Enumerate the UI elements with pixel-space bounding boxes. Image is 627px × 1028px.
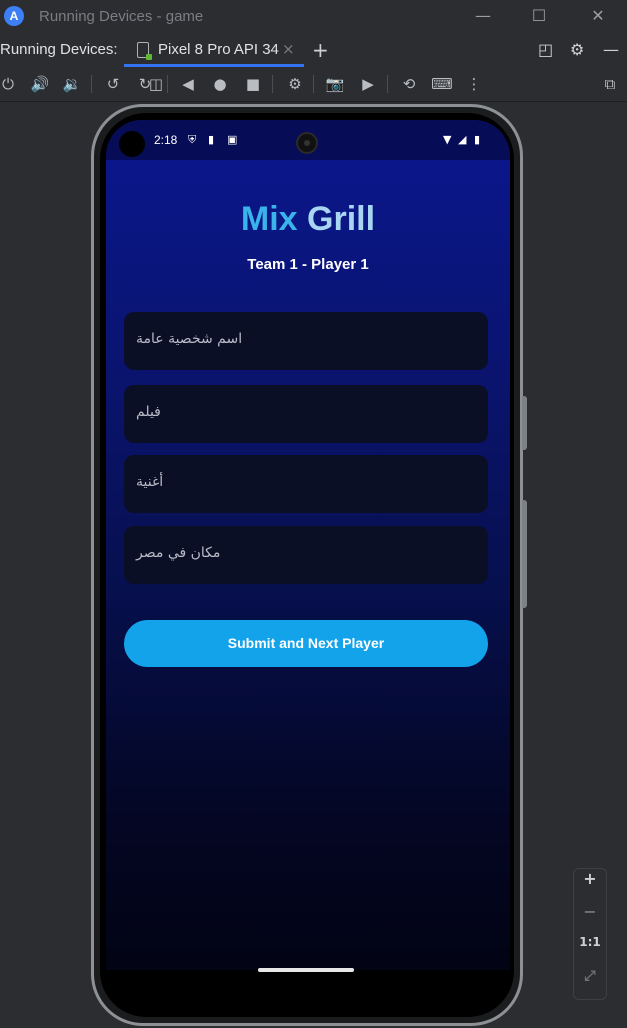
reset-icon[interactable]: ⟲: [398, 73, 420, 95]
record-icon[interactable]: ▶: [357, 73, 379, 95]
android-studio-icon: A: [4, 6, 24, 26]
device-toolbar: ⏻ 🔊 🔉 ↺ ↻ ◫ ◀ ● ■ ⚙ 📷 ▶ ⟲ ⌨ ⋮ ⧉: [0, 67, 627, 102]
toolbar-divider: [91, 75, 92, 93]
fold-icon[interactable]: ◫: [145, 73, 167, 95]
window-title: Running Devices - game: [39, 8, 204, 25]
overview-icon[interactable]: ■: [242, 73, 264, 95]
inspect-icon[interactable]: ⧉: [599, 73, 621, 95]
power-icon[interactable]: ⏻: [0, 73, 19, 95]
back-icon[interactable]: ◀: [177, 73, 199, 95]
tab-label: Pixel 8 Pro API 34: [158, 41, 279, 58]
zoom-controls: + − 1:1 ⤢: [573, 868, 607, 1000]
place-in-egypt-input[interactable]: [124, 526, 488, 584]
fit-screen-icon[interactable]: ⤢: [574, 968, 606, 1000]
punch-hole: [119, 131, 145, 157]
toolbar-divider: [167, 75, 168, 93]
signal-icon: ◢: [458, 133, 467, 146]
navigation-bar: [106, 968, 510, 992]
zoom-in-button[interactable]: +: [574, 869, 606, 901]
power-side-button: [522, 396, 527, 450]
app-title: Mix Grill: [106, 200, 510, 239]
toolbar-divider: [313, 75, 314, 93]
front-camera: [296, 132, 318, 154]
place-in-egypt-field[interactable]: مكان في مصر: [124, 526, 488, 584]
title-bar: A Running Devices - game — ☐ ✕: [0, 0, 627, 33]
toolbar-divider: [272, 75, 273, 93]
minimize-button[interactable]: —: [470, 4, 496, 28]
keyboard-icon[interactable]: ⌨: [431, 73, 453, 95]
movie-input[interactable]: [124, 385, 488, 443]
app-notification-icon: ▣: [227, 133, 238, 146]
device-screen[interactable]: 2:18 ⛨ ▮ ▣ ▼ ◢ ▮ Mix Grill Team 1 - Play…: [106, 120, 510, 992]
gear-icon[interactable]: ⚙: [570, 40, 584, 59]
toolbar-divider: [387, 75, 388, 93]
status-time: 2:18: [154, 133, 178, 147]
volume-side-button: [522, 500, 527, 608]
app-title-part2: Grill: [307, 200, 376, 238]
battery-icon: ▮: [474, 133, 481, 146]
player-subtitle: Team 1 - Player 1: [247, 256, 369, 273]
zoom-out-button[interactable]: −: [574, 902, 606, 934]
tab-close-icon[interactable]: ×: [282, 40, 295, 58]
device-settings-icon[interactable]: ⚙: [284, 73, 306, 95]
song-field[interactable]: أغنية: [124, 455, 488, 513]
device-icon: [137, 42, 152, 60]
maximize-button[interactable]: ☐: [526, 4, 552, 28]
volume-down-icon[interactable]: 🔉: [61, 73, 83, 95]
submit-next-player-button[interactable]: Submit and Next Player: [124, 620, 488, 667]
public-figure-field[interactable]: اسم شخصية عامة: [124, 312, 488, 370]
close-window-button[interactable]: ✕: [585, 4, 611, 28]
sim-icon: ▮: [208, 133, 215, 146]
home-icon[interactable]: ●: [209, 73, 231, 95]
more-icon[interactable]: ⋮: [463, 73, 485, 95]
status-bar: 2:18 ⛨ ▮ ▣ ▼ ◢ ▮: [106, 120, 510, 160]
wifi-icon: ▼: [443, 133, 452, 146]
rotate-left-icon[interactable]: ↺: [102, 73, 124, 95]
song-input[interactable]: [124, 455, 488, 513]
shield-icon: ⛨: [188, 133, 197, 146]
movie-field[interactable]: فيلم: [124, 385, 488, 443]
hide-icon[interactable]: —: [603, 40, 619, 59]
add-device-button[interactable]: +: [312, 38, 329, 62]
gesture-handle[interactable]: [258, 968, 354, 972]
layout-icon[interactable]: ◰: [538, 40, 553, 59]
tab-pixel-8-pro[interactable]: Pixel 8 Pro API 34 ×: [124, 33, 304, 67]
tool-window-label: Running Devices:: [0, 41, 118, 58]
actual-size-button[interactable]: 1:1: [574, 935, 606, 967]
app-title-part1: Mix: [240, 200, 298, 238]
volume-up-icon[interactable]: 🔊: [29, 73, 51, 95]
running-devices-tabbar: Running Devices: Pixel 8 Pro API 34 × + …: [0, 33, 627, 67]
public-figure-input[interactable]: [124, 312, 488, 370]
camera-icon[interactable]: 📷: [324, 73, 346, 95]
